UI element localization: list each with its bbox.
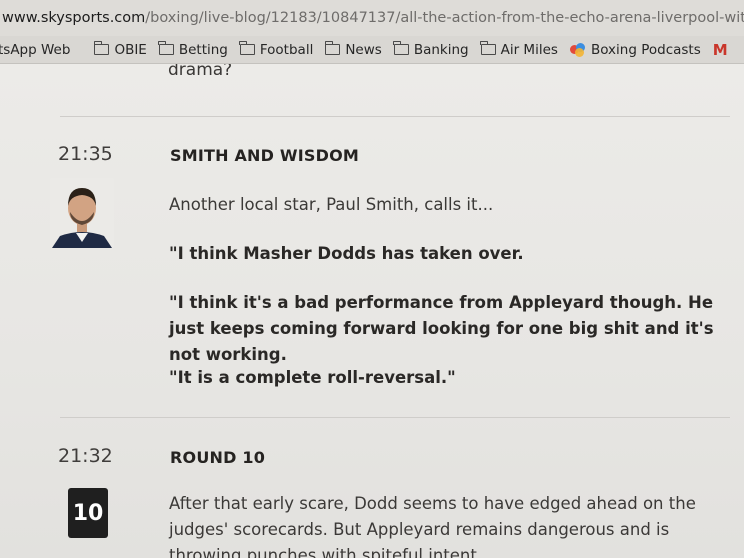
bookmark-whatsapp[interactable]: tsApp Web [0, 42, 70, 58]
entry-divider [60, 116, 730, 117]
podcast-icon [569, 42, 586, 57]
entry-intro: Another local star, Paul Smith, calls it… [169, 195, 494, 214]
round-badge: 10 [68, 488, 108, 538]
folder-icon [480, 41, 496, 55]
author-avatar [50, 178, 114, 248]
previous-entry-tail: drama? [168, 64, 233, 80]
entry-quote: "I think Masher Dodds has taken over. [169, 244, 524, 263]
folder-icon [94, 41, 110, 55]
bookmark-football[interactable]: Football [239, 41, 314, 58]
bookmark-news[interactable]: News [324, 41, 382, 58]
entry-quote: "It is a complete roll-reversal." [169, 368, 456, 387]
bookmark-betting[interactable]: Betting [158, 41, 228, 58]
bookmark-obie[interactable]: OBIE [94, 41, 147, 58]
bookmark-label: Banking [413, 41, 469, 58]
folder-icon [393, 41, 409, 55]
live-blog: drama? 21:35 SMITH AND WISDOM Another lo… [0, 64, 744, 558]
bookmark-label: Boxing Podcasts [590, 41, 701, 58]
address-bar[interactable]: www.skysports.com/boxing/live-blog/12183… [0, 0, 744, 36]
bookmark-air-miles[interactable]: Air Miles [480, 41, 558, 58]
bookmark-boxing-podcasts[interactable]: Boxing Podcasts [569, 41, 701, 58]
avatar-photo [50, 178, 114, 248]
url-host: www.skysports.com [2, 10, 146, 26]
bookmark-label: OBIE [114, 41, 147, 58]
url-path: /boxing/live-blog/12183/10847137/all-the… [145, 10, 744, 26]
entry-time: 21:35 [58, 143, 113, 165]
bookmark-label: Betting [178, 41, 228, 58]
folder-icon [158, 41, 174, 55]
bookmark-label: tsApp Web [0, 41, 71, 58]
entry-quote: "I think it's a bad performance from App… [169, 293, 714, 364]
entry-time: 21:32 [58, 445, 113, 467]
entry-headline: ROUND 10 [170, 448, 266, 467]
entry-divider [60, 417, 730, 418]
gmail-icon: M [712, 40, 728, 59]
bookmark-label: News [345, 41, 382, 58]
folder-icon [239, 41, 255, 55]
bookmarks-bar: tsApp Web OBIE Betting Football News Ban… [0, 36, 744, 64]
folder-icon [324, 41, 341, 55]
entry-headline: SMITH AND WISDOM [170, 146, 360, 165]
bookmark-label: Football [259, 41, 314, 58]
bookmark-banking[interactable]: Banking [393, 41, 469, 58]
entry-body: After that early scare, Dodd seems to ha… [169, 494, 696, 558]
bookmark-label: Air Miles [500, 41, 558, 58]
bookmark-gmail[interactable]: M [713, 41, 728, 59]
